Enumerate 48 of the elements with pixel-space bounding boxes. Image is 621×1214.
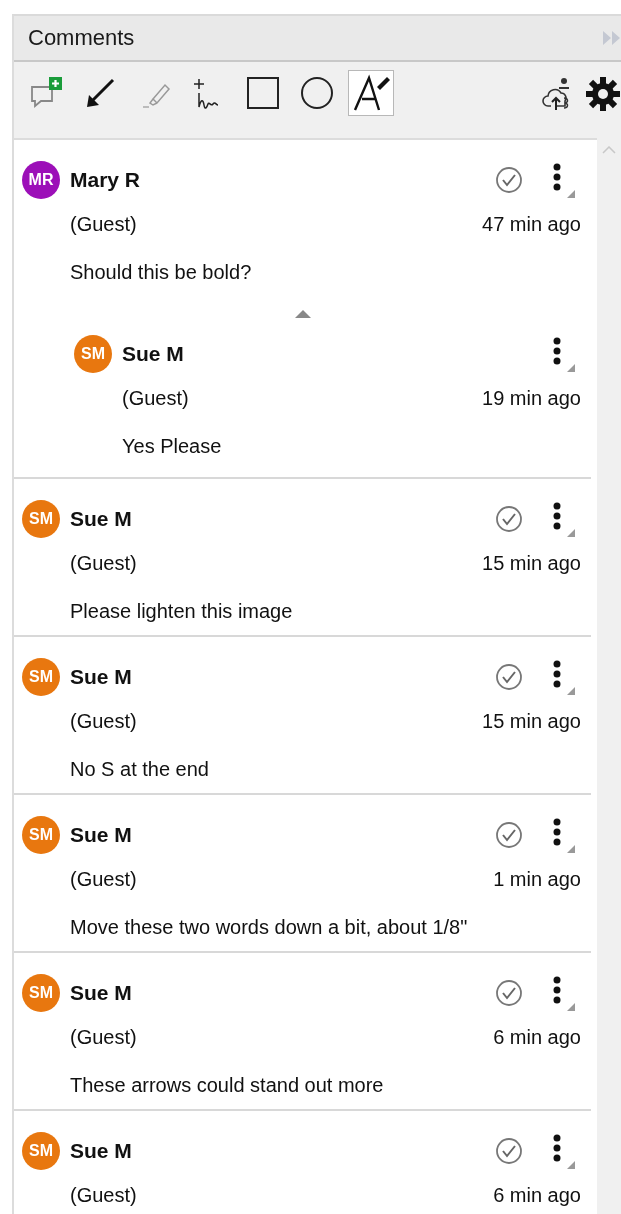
timestamp: 6 min ago bbox=[493, 1184, 581, 1207]
comment-text: Yes Please bbox=[122, 434, 222, 458]
comment-text: Should this be bold? bbox=[70, 260, 252, 284]
timestamp: 1 min ago bbox=[493, 868, 581, 891]
avatar: SM bbox=[22, 499, 60, 538]
ellipse-icon bbox=[299, 75, 335, 111]
author-role: (Guest) bbox=[70, 552, 137, 575]
timestamp: 6 min ago bbox=[493, 1026, 581, 1049]
avatar: SM bbox=[22, 973, 60, 1012]
avatar: SM bbox=[22, 657, 60, 696]
author-name: Sue M bbox=[122, 341, 184, 366]
resolve-check-icon[interactable] bbox=[495, 662, 523, 691]
settings-icon[interactable] bbox=[585, 76, 621, 112]
author-name: Sue M bbox=[70, 980, 132, 1005]
author-name: Sue M bbox=[70, 664, 132, 689]
timestamp: 15 min ago bbox=[482, 552, 581, 575]
collapse-caret-icon[interactable] bbox=[294, 310, 311, 318]
resolve-check-icon[interactable] bbox=[495, 504, 523, 533]
resolve-check-icon[interactable] bbox=[495, 1136, 523, 1165]
resolve-check-icon[interactable] bbox=[495, 820, 523, 849]
author-role: (Guest) bbox=[70, 213, 137, 236]
comment-text: No S at the end bbox=[70, 757, 209, 781]
author-role: (Guest) bbox=[122, 387, 189, 410]
author-name: Sue M bbox=[70, 1138, 132, 1163]
timestamp: 15 min ago bbox=[482, 710, 581, 733]
avatar: MR bbox=[22, 160, 60, 199]
panel-title: Comments bbox=[28, 25, 135, 51]
pen-drawing-icon bbox=[351, 73, 391, 113]
author-role: (Guest) bbox=[70, 868, 137, 891]
timestamp: 47 min ago bbox=[482, 213, 581, 236]
comment-text: Move these two words down a bit, about 1/8" bbox=[70, 915, 468, 939]
pen-tool-button[interactable] bbox=[348, 70, 394, 116]
author-name: Sue M bbox=[70, 506, 132, 531]
comment-text: Please lighten this image bbox=[70, 599, 293, 623]
author-name: Sue M bbox=[70, 822, 132, 847]
author-role: (Guest) bbox=[70, 1026, 137, 1049]
resolve-check-icon[interactable] bbox=[495, 165, 523, 194]
timestamp: 19 min ago bbox=[482, 387, 581, 410]
author-role: (Guest) bbox=[70, 710, 137, 733]
rectangle-icon bbox=[245, 75, 281, 111]
avatar: SM bbox=[22, 1131, 60, 1170]
avatar: SM bbox=[74, 334, 112, 373]
author-name: Mary R bbox=[70, 167, 141, 192]
add-comment-icon bbox=[29, 75, 65, 111]
resolve-check-icon[interactable] bbox=[495, 978, 523, 1007]
comment-text: These arrows could stand out more bbox=[70, 1073, 384, 1097]
avatar: SM bbox=[22, 815, 60, 854]
author-role: (Guest) bbox=[70, 1184, 137, 1207]
